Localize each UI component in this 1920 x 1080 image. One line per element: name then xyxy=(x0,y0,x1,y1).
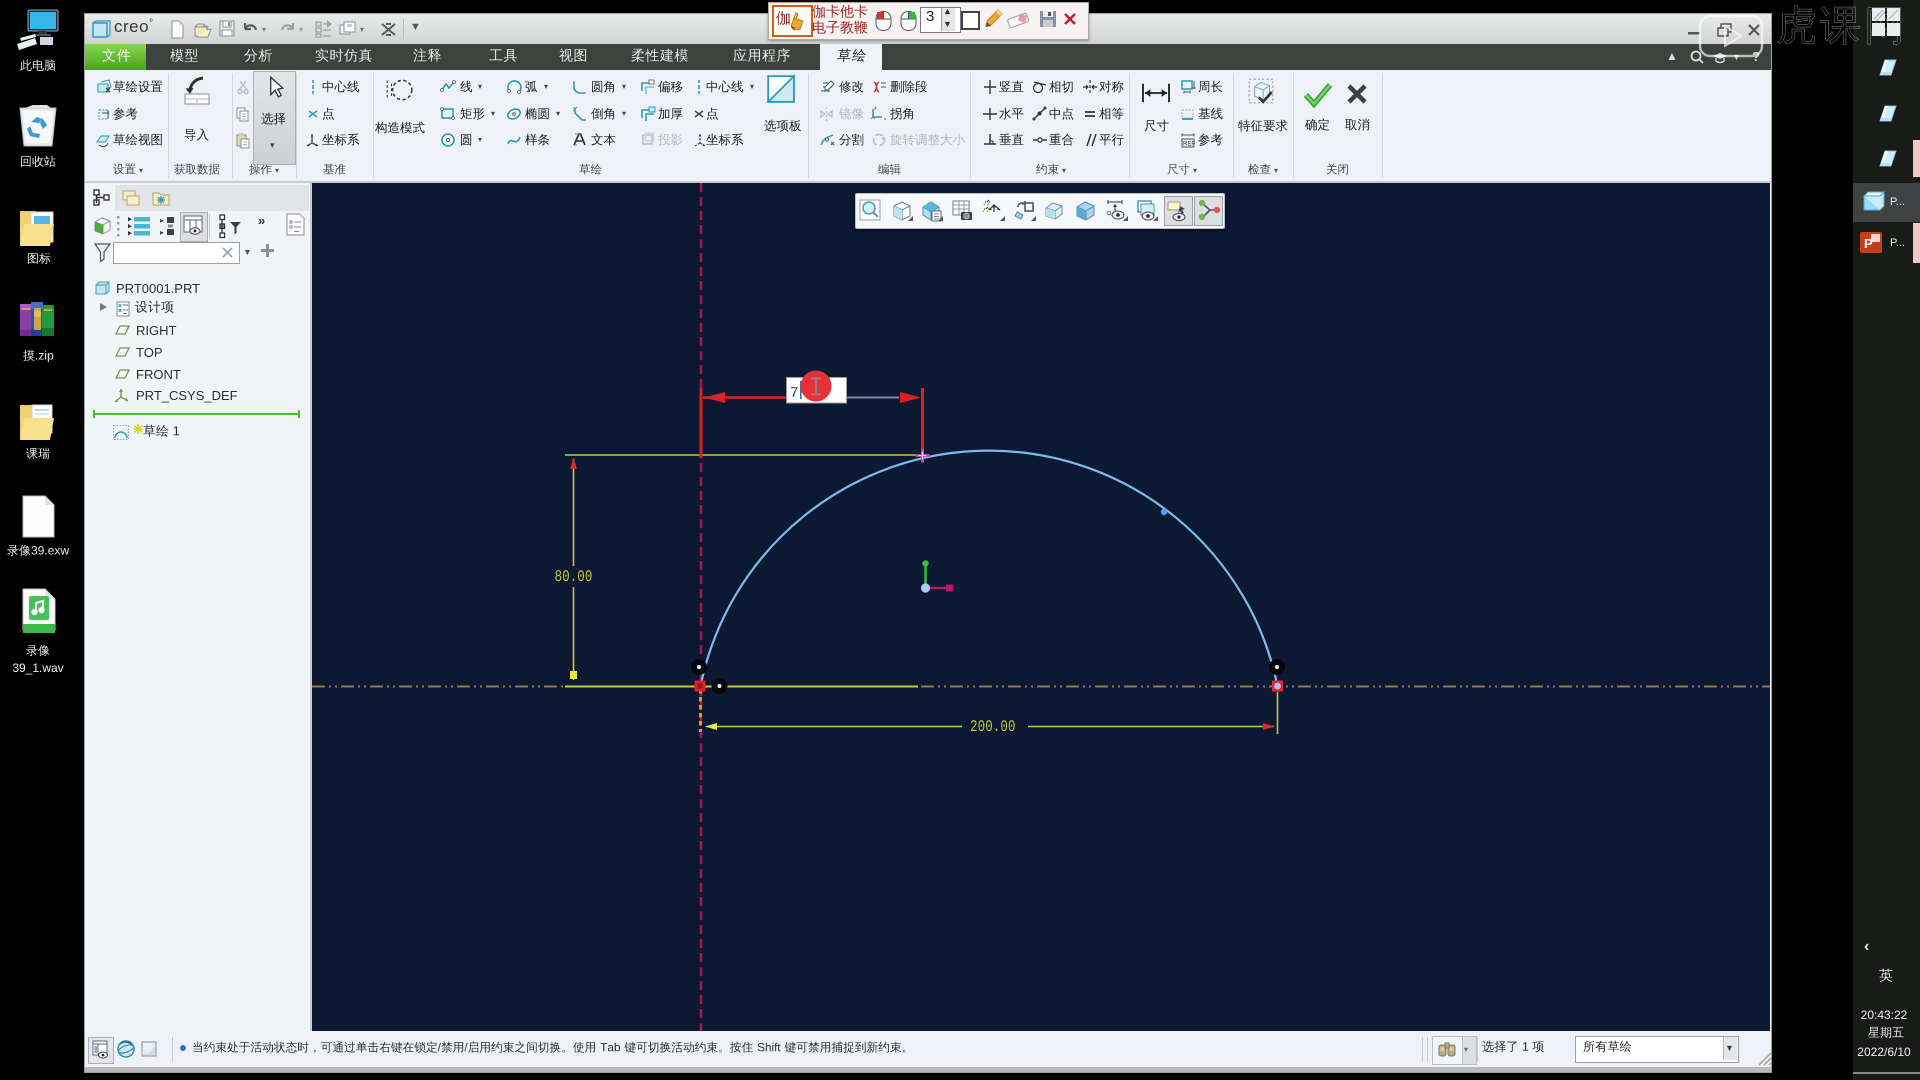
svg-text:REF: REF xyxy=(1183,142,1195,148)
svg-text:P: P xyxy=(1864,236,1873,251)
